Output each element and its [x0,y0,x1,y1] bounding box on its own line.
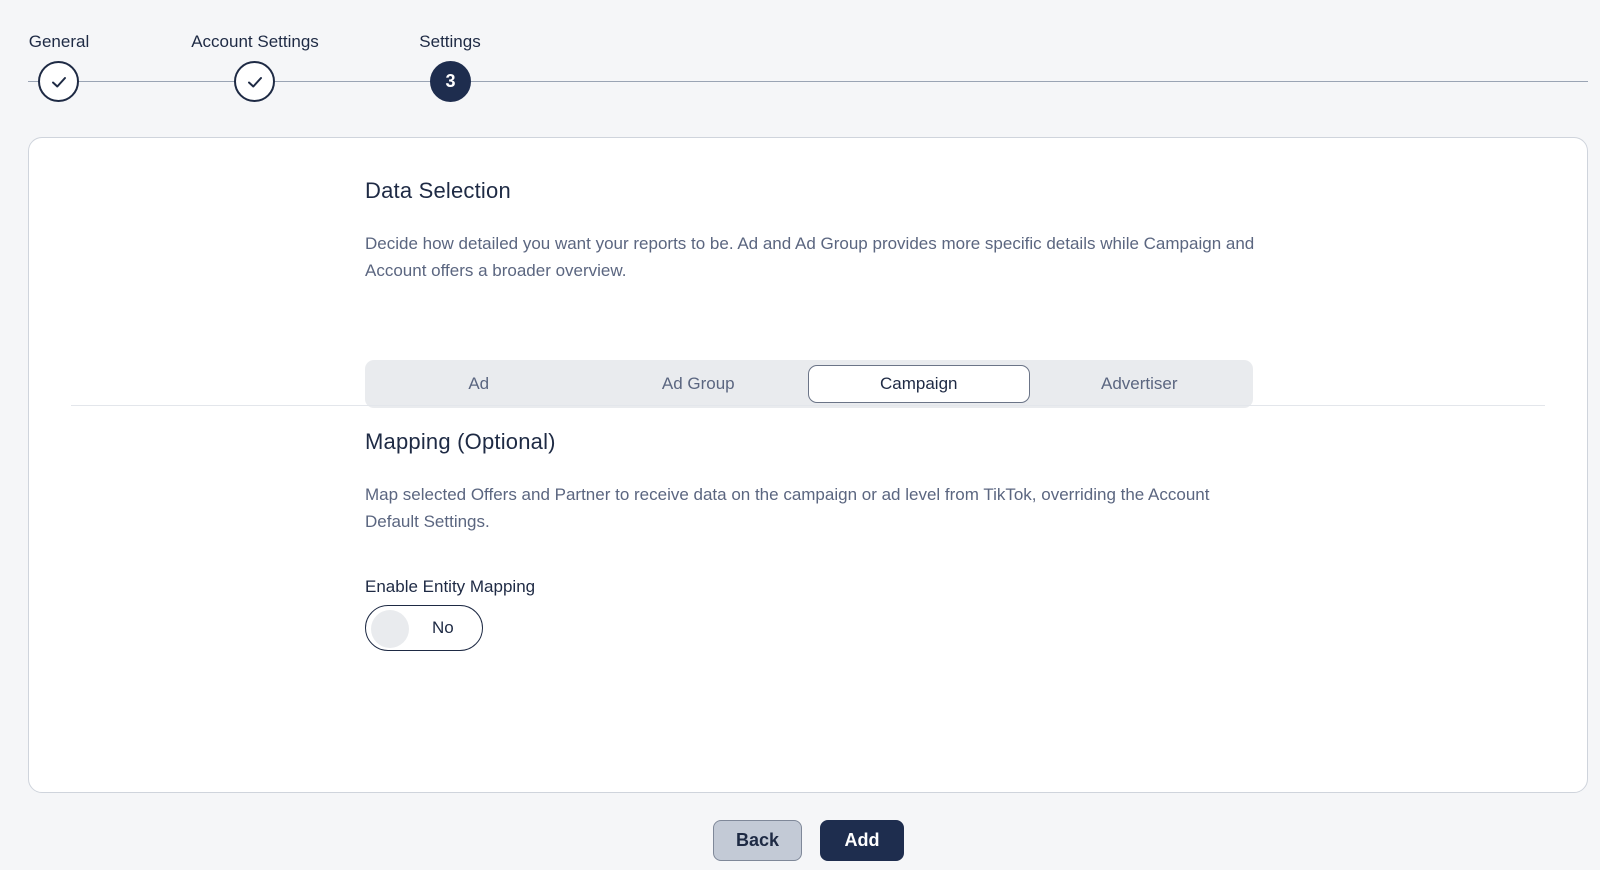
check-icon [247,76,262,87]
step-account-settings[interactable]: Account Settings [190,28,320,56]
data-level-selector: Ad Ad Group Campaign Advertiser [365,360,1253,408]
entity-mapping-label: Enable Entity Mapping [365,577,536,596]
segment-ad[interactable]: Ad [369,365,589,403]
step-account-settings-check[interactable] [234,61,275,102]
check-icon [51,76,66,87]
segment-advertiser[interactable]: Advertiser [1030,365,1250,403]
section-description: Map selected Offers and Partner to recei… [365,485,1210,531]
toggle-knob [371,610,409,648]
step-general-check[interactable] [38,61,79,102]
data-selection-section: Data Selection Decide how detailed you w… [365,178,1255,408]
section-title: Mapping (Optional) [365,429,556,454]
stepper: General Account Settings Settings 3 [28,28,1588,108]
step-general[interactable]: General [28,28,90,56]
back-button[interactable]: Back [713,820,802,861]
segment-campaign[interactable]: Campaign [808,365,1030,403]
settings-card: Data Selection Decide how detailed you w… [28,137,1588,793]
step-label: Settings [419,32,481,51]
section-divider [71,405,1545,406]
step-label: General [28,32,90,51]
segment-ad-group[interactable]: Ad Group [589,365,809,403]
step-settings[interactable]: Settings [418,28,482,56]
toggle-value: No [432,618,454,637]
step-label: Account Settings [191,32,319,51]
add-button[interactable]: Add [820,820,904,861]
form-actions: Back Add [713,820,904,861]
step-number: 3 [445,71,456,91]
entity-mapping-toggle[interactable]: No [365,605,483,651]
mapping-section: Mapping (Optional) Map selected Offers a… [365,429,1255,651]
section-title: Data Selection [365,178,511,203]
step-settings-number[interactable]: 3 [430,61,471,102]
section-description: Decide how detailed you want your report… [365,234,1255,280]
